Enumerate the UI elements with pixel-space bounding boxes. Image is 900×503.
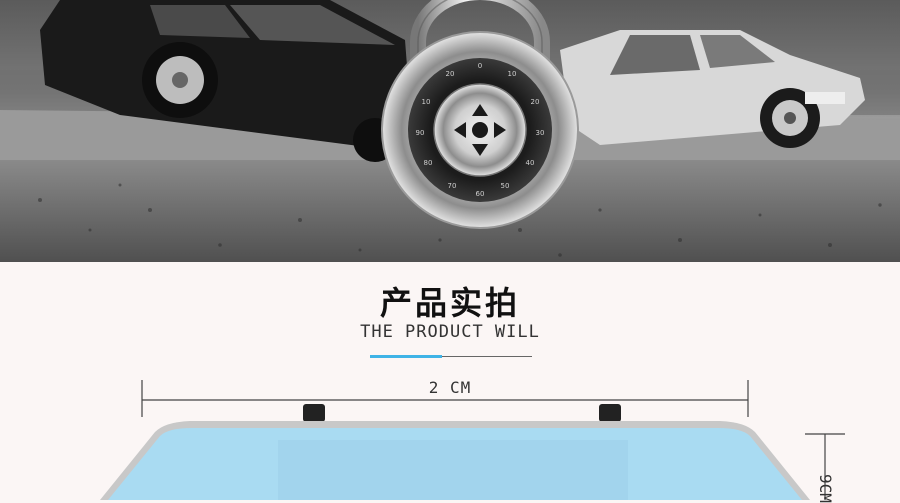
svg-text:10: 10 [422, 98, 431, 106]
svg-text:20: 20 [446, 70, 455, 78]
svg-text:90: 90 [416, 129, 425, 137]
svg-text:50: 50 [501, 182, 510, 190]
title-divider-rule [442, 356, 532, 357]
svg-text:60: 60 [476, 190, 485, 198]
section-title: 产品实拍 [379, 284, 520, 322]
svg-text:0: 0 [478, 62, 482, 70]
crash-scene-image: 0 10 20 30 40 50 60 70 80 90 10 20 [0, 0, 900, 262]
width-dimension-label: 2 CM [428, 378, 472, 397]
svg-text:30: 30 [536, 129, 545, 137]
height-dimension-label: 9CM [816, 474, 835, 503]
rearview-mirror [100, 421, 810, 500]
hero-photo: 0 10 20 30 40 50 60 70 80 90 10 20 [0, 0, 900, 262]
svg-text:10: 10 [508, 70, 517, 78]
svg-text:70: 70 [448, 182, 457, 190]
svg-text:40: 40 [526, 159, 535, 167]
title-accent-rule [370, 355, 442, 358]
product-section: 产品实拍 THE PRODUCT WILL 2 CM 9CM [0, 262, 900, 503]
mirror-screen [278, 440, 628, 500]
mount-clip-right [599, 404, 621, 422]
mount-clip-left [303, 404, 325, 422]
svg-text:80: 80 [424, 159, 433, 167]
section-subtitle: THE PRODUCT WILL [360, 322, 540, 342]
svg-text:20: 20 [531, 98, 540, 106]
